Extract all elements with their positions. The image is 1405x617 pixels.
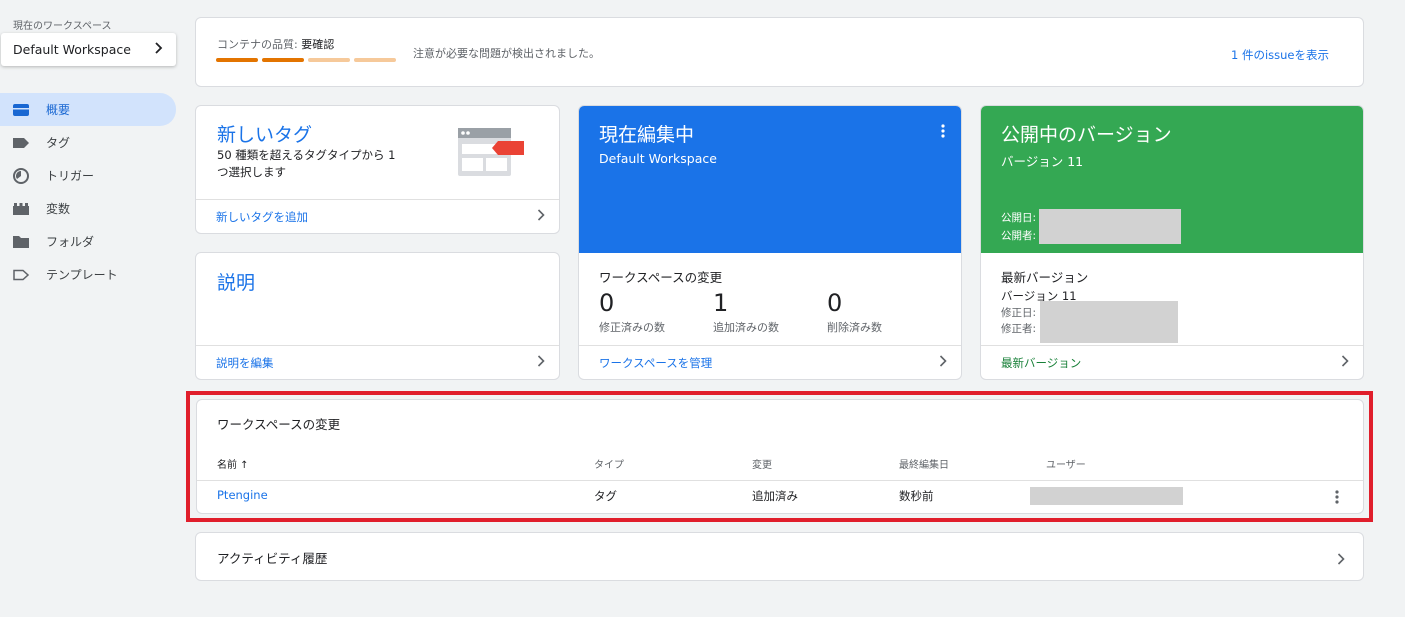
- stat-value: 0: [827, 289, 843, 317]
- quality-label: コンテナの品質: 要確認: [217, 38, 335, 51]
- quality-status: 要確認: [301, 38, 335, 51]
- sidebar-item-templates[interactable]: テンプレート: [0, 258, 176, 291]
- row-type: タグ: [594, 489, 617, 503]
- sidebar-item-overview[interactable]: 概要: [0, 93, 176, 126]
- new-tag-description: 50 種類を超えるタグタイプから 1 つ選択します: [217, 148, 396, 179]
- column-header-last-edited[interactable]: 最終編集日: [899, 456, 949, 471]
- sidebar-item-label: トリガー: [46, 169, 95, 183]
- stat-label: 修正済みの数: [599, 321, 665, 334]
- stat-deleted: 0 削除済み数: [827, 289, 882, 335]
- description-card: 説明 説明を編集: [195, 252, 560, 380]
- manage-workspace-link[interactable]: ワークスペースを管理: [579, 345, 961, 379]
- stat-modified: 0 修正済みの数: [599, 289, 665, 335]
- modified-date-label: 修正日:: [1001, 307, 1037, 319]
- published-by-label: 公開者:: [1001, 230, 1037, 242]
- published-version-number: バージョン 11: [1001, 154, 1084, 169]
- column-header-user[interactable]: ユーザー: [1046, 456, 1086, 471]
- quality-bar: [262, 58, 304, 62]
- row-more-vert-icon[interactable]: [1335, 489, 1339, 508]
- sidebar-item-label: 概要: [46, 103, 71, 117]
- editing-header: 現在編集中 Default Workspace: [579, 106, 961, 253]
- row-last-edited: 数秒前: [899, 489, 934, 503]
- published-title: 公開中のバージョン: [1001, 124, 1172, 146]
- redacted-block: [1040, 301, 1178, 343]
- container-quality-card: コンテナの品質: 要確認 注意が必要な問題が検出されました。 1 件のissue…: [195, 17, 1364, 87]
- currently-editing-card: 現在編集中 Default Workspace ワークスペースの変更 0 修正済…: [578, 105, 962, 380]
- more-vert-icon[interactable]: [941, 123, 945, 142]
- chevron-right-icon: [537, 208, 545, 225]
- stat-value: 0: [599, 289, 615, 317]
- workspace-changes-card: ワークスペースの変更 名前 ↑ タイプ 変更 最終編集日 ユーザー Ptengi…: [196, 399, 1364, 514]
- sidebar-item-label: テンプレート: [46, 268, 118, 282]
- new-tag-title[interactable]: 新しいタグ: [217, 120, 312, 147]
- redacted-block: [1039, 209, 1181, 244]
- variable-icon: [12, 202, 30, 216]
- stat-added: 1 追加済みの数: [713, 289, 779, 335]
- published-header: 公開中のバージョン バージョン 11 公開日: 公開者:: [981, 106, 1363, 253]
- sidebar-item-tags[interactable]: タグ: [0, 126, 176, 159]
- quality-bar: [354, 58, 396, 62]
- workspace-name: Default Workspace: [13, 42, 131, 57]
- column-header-change[interactable]: 変更: [752, 456, 772, 471]
- trigger-icon: [12, 167, 30, 184]
- sidebar-item-label: タグ: [46, 136, 71, 150]
- edit-description-link[interactable]: 説明を編集: [196, 345, 559, 379]
- modified-by-label: 修正者:: [1001, 323, 1037, 335]
- latest-version-heading: 最新バージョン: [1001, 270, 1089, 285]
- stat-label: 追加済みの数: [713, 321, 779, 334]
- chevron-right-icon: [537, 354, 545, 371]
- add-new-tag-link[interactable]: 新しいタグを追加: [196, 199, 559, 233]
- row-change: 追加済み: [752, 489, 798, 503]
- template-icon: [12, 268, 30, 282]
- sidebar-nav: 概要 タグ トリガー 変数 フォルダ テンプレート: [0, 93, 176, 291]
- sidebar-item-variables[interactable]: 変数: [0, 192, 176, 225]
- sidebar-item-triggers[interactable]: トリガー: [0, 159, 176, 192]
- tag-icon: [12, 136, 30, 150]
- workspace-changes-title: ワークスペースの変更: [217, 417, 341, 432]
- published-version-card: 公開中のバージョン バージョン 11 公開日: 公開者: 最新バージョン バージ…: [980, 105, 1364, 380]
- overview-icon: [12, 103, 30, 117]
- chevron-right-icon: [154, 41, 164, 58]
- activity-history-card[interactable]: アクティビティ履歴: [195, 532, 1364, 581]
- quality-message: 注意が必要な問題が検出されました。: [413, 47, 600, 60]
- published-date-label: 公開日:: [1001, 212, 1037, 224]
- editing-workspace-name: Default Workspace: [599, 151, 717, 166]
- sidebar-item-folders[interactable]: フォルダ: [0, 225, 176, 258]
- show-issue-link[interactable]: 1 件のissueを表示: [1231, 47, 1329, 63]
- description-title: 説明: [217, 272, 256, 294]
- redacted-block: [1030, 487, 1183, 505]
- activity-history-title: アクティビティ履歴: [217, 551, 328, 566]
- latest-version-link[interactable]: 最新バージョン: [981, 345, 1363, 379]
- folder-icon: [12, 235, 30, 249]
- sidebar-item-label: 変数: [46, 202, 71, 216]
- sidebar-item-label: フォルダ: [46, 235, 95, 249]
- workspace-label: 現在のワークスペース: [13, 21, 112, 32]
- workspace-changes-heading: ワークスペースの変更: [599, 270, 723, 285]
- workspace-selector[interactable]: Default Workspace: [1, 33, 176, 66]
- editing-title: 現在編集中: [599, 124, 695, 146]
- quality-bar: [216, 58, 258, 62]
- quality-bar: [308, 58, 350, 62]
- stat-label: 削除済み数: [827, 321, 882, 334]
- chevron-right-icon: [1341, 354, 1349, 371]
- quality-bars: [216, 58, 396, 62]
- table-divider: [197, 480, 1363, 481]
- chevron-right-icon: [939, 354, 947, 371]
- column-header-type[interactable]: タイプ: [594, 456, 624, 471]
- stat-value: 1: [713, 289, 729, 317]
- chevron-right-icon: [1337, 550, 1345, 569]
- tag-illustration-icon: [458, 128, 526, 182]
- row-name-link[interactable]: Ptengine: [217, 488, 268, 502]
- column-header-name[interactable]: 名前 ↑: [217, 456, 249, 471]
- new-tag-card: 新しいタグ 50 種類を超えるタグタイプから 1 つ選択します 新しいタグを追加: [195, 105, 560, 234]
